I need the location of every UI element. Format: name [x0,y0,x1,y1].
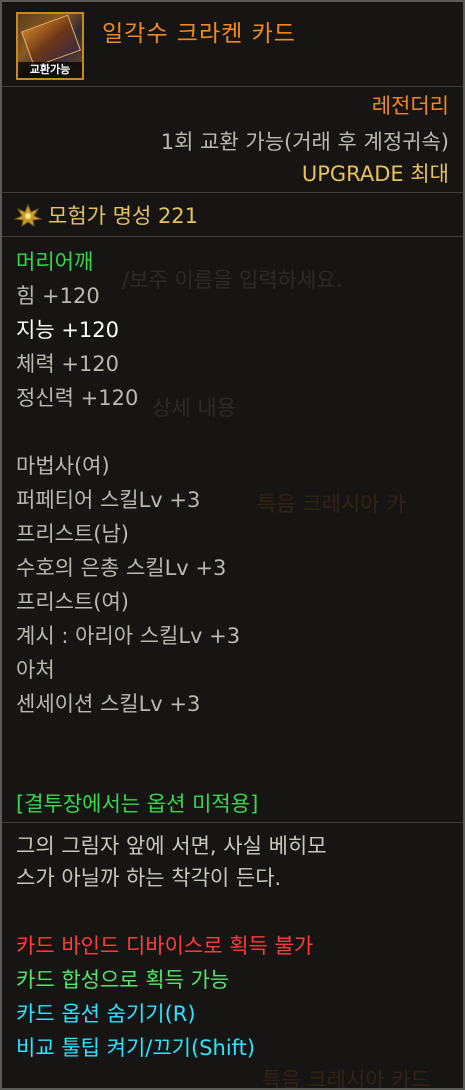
background-ghost-text: 특음 크레시아 카 [257,492,406,516]
skill-class: 프리스트(남) [16,522,129,546]
skill-bonus: 계시 : 아리아 스킬Lv +3 [16,624,241,648]
synthesis-note: 카드 합성으로 획득 가능 [16,968,230,992]
trade-info: 1회 교환 가능(거래 후 계정귀속) [160,130,449,154]
stat-line: 힘 +120 [16,284,100,308]
rarity-label: 레전더리 [371,94,449,118]
item-name: 일각수 크라켄 카드 [102,21,296,47]
background-ghost-text: 특음 크레시아 카드 [262,1068,430,1090]
arena-note: [결투장에서는 옵션 미적용] [16,792,259,816]
fame-row: 모험가 명성 221 [14,200,198,230]
skill-bonus: 수호의 은총 스킬Lv +3 [16,556,227,580]
bind-device-note: 카드 바인드 디바이스로 획득 불가 [16,934,314,958]
divider [2,822,463,823]
skill-class: 아처 [16,658,55,682]
fame-icon [14,203,42,227]
equip-slot: 머리어깨 [16,250,94,274]
divider [2,236,463,237]
card-art [21,14,81,68]
card-icon: 교환가능 [16,12,84,80]
fame-label: 모험가 명성 221 [48,204,199,228]
skill-class: 마법사(여) [16,454,110,478]
skill-class: 프리스트(여) [16,590,129,614]
background-ghost-text: /보주 이름을 입력하세요. [122,268,343,292]
upgrade-status: UPGRADE 최대 [301,162,449,186]
trade-badge: 교환가능 [18,62,82,78]
divider [2,192,463,193]
skill-bonus: 센세이션 스킬Lv +3 [16,692,201,716]
stat-line: 정신력 +120 [16,386,139,410]
compare-tooltip-hint[interactable]: 비교 툴팁 켜기/끄기(Shift) [16,1032,255,1062]
skill-bonus: 퍼페티어 스킬Lv +3 [16,488,201,512]
tooltip-header: 교환가능 일각수 크라켄 카드 [2,2,463,87]
background-ghost-text: 상세 내용 [152,396,236,420]
stat-line: 체력 +120 [16,352,119,376]
item-description: 그의 그림자 앞에 서면, 사실 베히모 스가 아닐까 하는 착각이 든다. [16,834,327,890]
hide-option-hint[interactable]: 카드 옵션 숨기기(R) [16,998,196,1028]
item-tooltip: /보주 이름을 입력하세요. 상세 내용 특음 크레시아 카 특음 크레시아 카… [0,0,465,1090]
stat-line: 지능 +120 [16,318,119,342]
